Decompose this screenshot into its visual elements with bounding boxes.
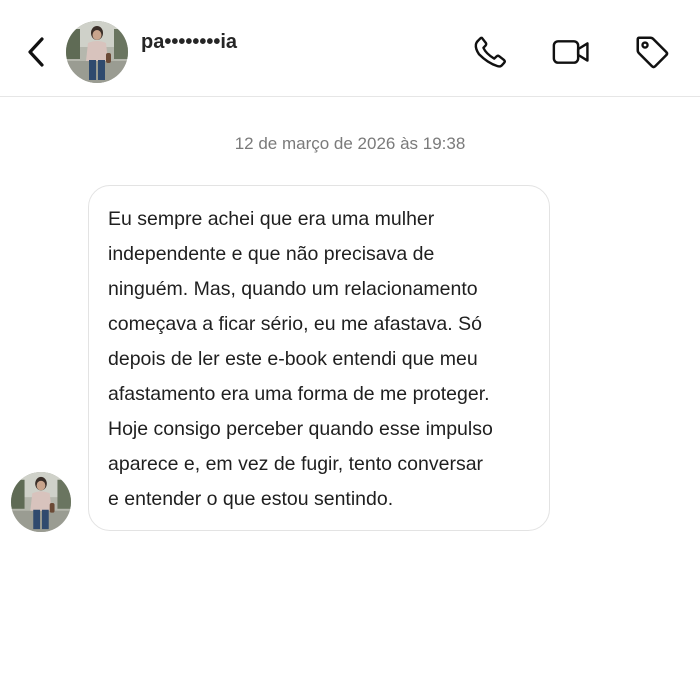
audio-call-button[interactable] bbox=[470, 32, 510, 72]
back-button[interactable] bbox=[18, 32, 54, 72]
tag-icon bbox=[636, 36, 669, 69]
video-call-button[interactable] bbox=[551, 32, 591, 72]
message-sender-avatar[interactable] bbox=[11, 472, 71, 532]
message-timestamp: 12 de março de 2026 às 19:38 bbox=[234, 134, 466, 153]
profile-photo bbox=[11, 472, 71, 532]
username-text: pa••••••••ia bbox=[141, 31, 238, 53]
username[interactable]: pa••••••••ia bbox=[141, 30, 237, 54]
avatar[interactable] bbox=[66, 21, 128, 83]
message-text: Eu sempre achei que era uma mulher indep… bbox=[108, 208, 493, 510]
profile-photo bbox=[66, 21, 128, 83]
video-camera-icon bbox=[552, 40, 589, 64]
phone-icon bbox=[474, 36, 506, 68]
chat-header: pa••••••••ia bbox=[0, 0, 700, 97]
chevron-left-icon bbox=[28, 37, 44, 67]
message-bubble[interactable]: Eu sempre achei que era uma mulher indep… bbox=[88, 185, 550, 531]
label-button[interactable] bbox=[632, 32, 672, 72]
